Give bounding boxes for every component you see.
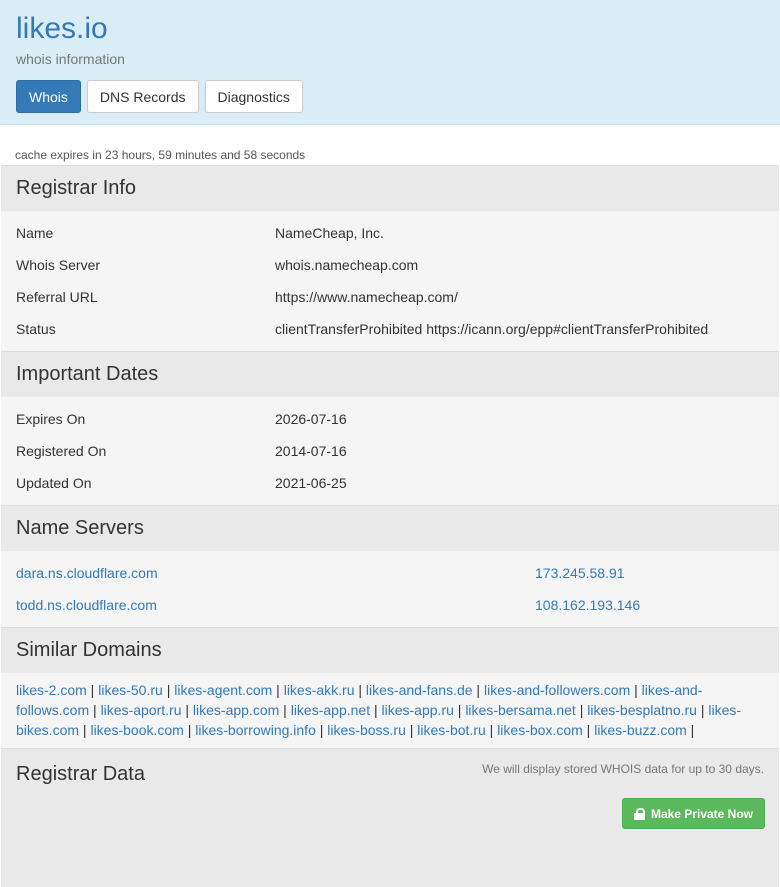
lock-icon [633,807,645,820]
domain-separator: | [79,722,91,738]
row-value: 2021-06-25 [275,475,347,491]
similar-domain-link[interactable]: likes-aport.ru [101,702,182,718]
row-label: Name [16,225,54,241]
registrar-data-body: Make Private Now [1,796,779,887]
similar-domain-link[interactable]: likes-akk.ru [284,682,355,698]
table-row: Whois Server whois.namecheap.com [1,249,779,281]
registrar-info-heading: Registrar Info [1,165,779,211]
domain-separator: | [485,722,498,738]
registrar-data-header: Registrar Data We will display stored WH… [1,748,779,796]
domain-separator: | [405,722,418,738]
similar-domain-link[interactable]: likes-boss.ru [327,722,406,738]
row-label: Status [16,321,56,337]
row-value: clientTransferProhibited https://icann.o… [275,321,709,337]
name-servers-heading: Name Servers [1,505,779,551]
table-row: Expires On 2026-07-16 [1,403,779,435]
table-row: todd.ns.cloudflare.com 108.162.193.146 [1,589,779,621]
tab-diagnostics[interactable]: Diagnostics [204,80,303,113]
domain-separator: | [89,702,101,718]
page-title: likes.io [16,12,108,45]
row-value: NameCheap, Inc. [275,225,384,241]
row-label: Updated On [16,475,92,491]
tab-bar: Whois DNS Records Diagnostics [16,80,764,113]
similar-domain-link[interactable]: likes-besplatno.ru [587,702,697,718]
row-label: Referral URL [16,289,98,305]
domain-separator: | [354,682,366,698]
domain-separator: | [453,702,466,718]
important-dates-heading: Important Dates [1,351,779,397]
retention-note: We will display stored WHOIS data for up… [482,761,764,776]
registrar-info-table: Name NameCheap, Inc. Whois Server whois.… [1,211,779,351]
row-value: https://www.namecheap.com/ [275,289,458,305]
nameserver-host-link[interactable]: todd.ns.cloudflare.com [16,597,157,613]
whois-content: Registrar Info Name NameCheap, Inc. Whoi… [1,165,779,887]
table-row: Registered On 2014-07-16 [1,435,779,467]
domain-separator: | [370,702,382,718]
table-row: Status clientTransferProhibited https://… [1,313,779,345]
table-row: Referral URL https://www.namecheap.com/ [1,281,779,313]
similar-domain-link[interactable]: likes-book.com [90,722,183,738]
nameserver-host-link[interactable]: dara.ns.cloudflare.com [16,565,158,581]
similar-domains-heading: Similar Domains [1,627,779,673]
similar-domain-link[interactable]: likes-app.com [193,702,279,718]
domain-separator: | [181,702,193,718]
table-row: dara.ns.cloudflare.com 173.245.58.91 [1,557,779,589]
domain-separator: | [686,722,695,738]
tab-whois[interactable]: Whois [16,80,81,113]
domain-separator: | [630,682,642,698]
domain-separator: | [582,722,595,738]
domain-separator: | [272,682,284,698]
similar-domain-link[interactable]: likes-bersama.net [465,702,576,718]
similar-domain-link[interactable]: likes-app.ru [382,702,454,718]
row-label: Whois Server [16,257,101,273]
domain-separator: | [279,702,291,718]
make-private-label: Make Private Now [650,806,753,821]
registrar-data-heading: Registrar Data [16,763,145,785]
nameserver-ip-link[interactable]: 108.162.193.146 [535,597,640,613]
similar-domain-link[interactable]: likes-app.net [291,702,370,718]
row-label: Expires On [16,411,86,427]
similar-domain-link[interactable]: likes-box.com [497,722,583,738]
domain-separator: | [472,682,484,698]
similar-domain-link[interactable]: likes-50.ru [98,682,163,698]
similar-domain-link[interactable]: likes-and-followers.com [484,682,630,698]
important-dates-table: Expires On 2026-07-16 Registered On 2014… [1,397,779,505]
table-row: Name NameCheap, Inc. [1,217,779,249]
row-value: 2014-07-16 [275,443,347,459]
domain-separator: | [575,702,588,718]
page-header: likes.io whois information Whois DNS Rec… [0,0,780,125]
similar-domain-link[interactable]: likes-2.com [16,682,87,698]
page-subtitle: whois information [16,51,125,67]
domain-separator: | [315,722,328,738]
similar-domains-list: likes-2.com | likes-50.ru | likes-agent.… [1,673,779,748]
similar-domain-link[interactable]: likes-agent.com [174,682,272,698]
similar-domain-link[interactable]: likes-and-fans.de [366,682,473,698]
cache-notice: cache expires in 23 hours, 59 minutes an… [15,148,306,162]
domain-separator: | [183,722,196,738]
domain-separator: | [696,702,709,718]
similar-domain-link[interactable]: likes-borrowing.info [195,722,316,738]
similar-domain-link[interactable]: likes-buzz.com [594,722,687,738]
row-value: 2026-07-16 [275,411,347,427]
name-servers-table: dara.ns.cloudflare.com 173.245.58.91 tod… [1,551,779,627]
domain-separator: | [86,682,99,698]
domain-separator: | [162,682,175,698]
similar-domain-link[interactable]: likes-bot.ru [417,722,485,738]
tab-dns-records[interactable]: DNS Records [86,80,199,113]
nameserver-ip-link[interactable]: 173.245.58.91 [535,565,625,581]
table-row: Updated On 2021-06-25 [1,467,779,499]
row-label: Registered On [16,443,107,459]
row-value: whois.namecheap.com [275,257,419,273]
